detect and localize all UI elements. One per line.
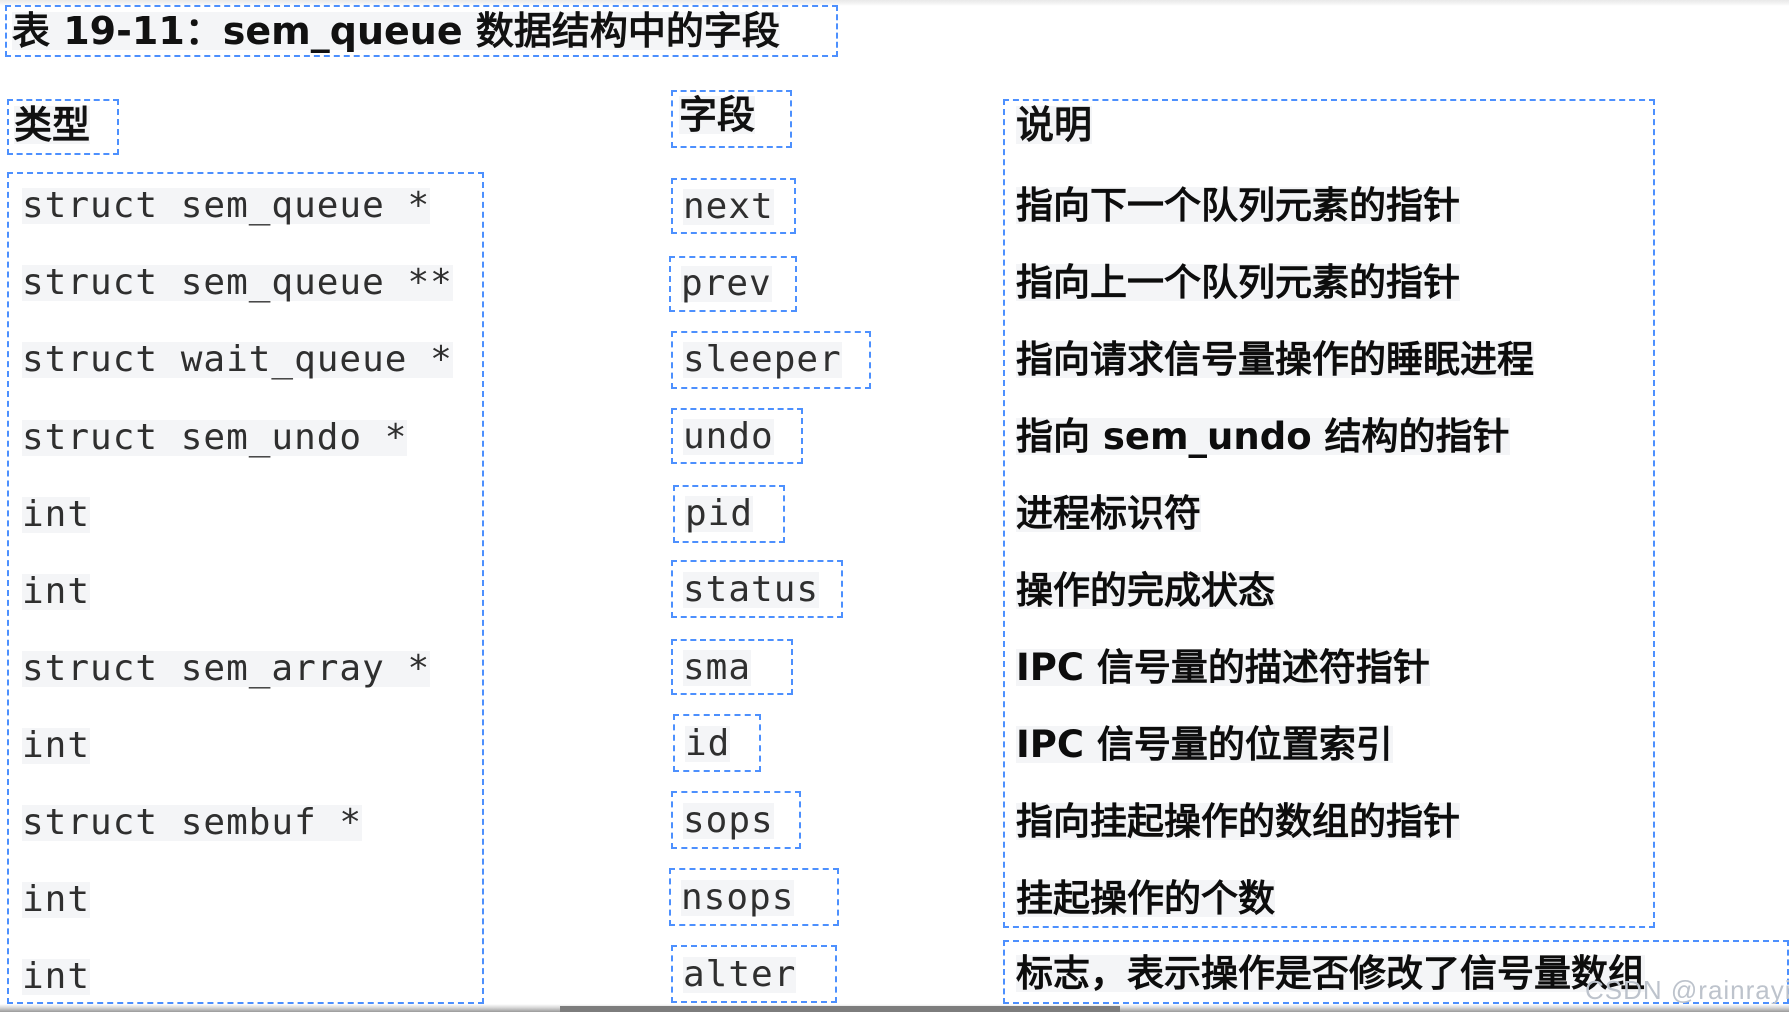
column-header-type: 类型 (14, 103, 91, 147)
description-cell: 操作的完成状态 (1016, 569, 1275, 612)
table-title: 表 19-11：sem_queue 数据结构中的字段 (12, 9, 780, 53)
description-cell: 指向挂起操作的数组的指针 (1016, 800, 1460, 843)
type-cell: struct sembuf * (22, 802, 363, 843)
description-cell: 进程标识符 (1016, 492, 1201, 535)
type-cell: int (22, 956, 91, 997)
description-cell: 标志，表示操作是否修改了信号量数组 (1016, 952, 1645, 995)
type-cell: struct sem_undo * (22, 417, 408, 458)
description-cell: 指向下一个队列元素的指针 (1016, 184, 1460, 227)
bottom-scroll-band (0, 1004, 1789, 1012)
description-cell: 指向请求信号量操作的睡眠进程 (1016, 338, 1534, 381)
field-cell: prev (681, 263, 772, 304)
field-cell: sma (683, 647, 752, 688)
csdn-watermark: CSDN @rainrayinrain (1585, 975, 1789, 1005)
field-cell: pid (685, 493, 754, 534)
type-cell: struct sem_queue * (22, 185, 431, 226)
type-cell: int (22, 494, 91, 535)
type-cell: int (22, 879, 91, 920)
column-header-field: 字段 (679, 93, 756, 137)
type-cell: struct sem_array * (22, 648, 431, 689)
description-cell: 指向上一个队列元素的指针 (1016, 261, 1460, 304)
field-cell: id (685, 723, 731, 764)
field-cell: next (683, 186, 774, 227)
column-header-description: 说明 (1016, 103, 1093, 147)
field-cell: sops (683, 800, 774, 841)
scroll-thumb[interactable] (560, 1006, 1120, 1012)
description-cell: 挂起操作的个数 (1016, 877, 1275, 920)
type-cell: int (22, 571, 91, 612)
field-cell: nsops (681, 877, 795, 918)
field-cell: alter (683, 954, 797, 995)
type-cell: struct wait_queue * (22, 339, 453, 380)
description-cell: 指向 sem_undo 结构的指针 (1016, 415, 1510, 458)
field-cell: sleeper (683, 339, 842, 380)
description-cell: IPC 信号量的位置索引 (1016, 723, 1393, 766)
type-cell: struct sem_queue ** (22, 262, 453, 303)
description-cell: IPC 信号量的描述符指针 (1016, 646, 1430, 689)
type-cell: int (22, 725, 91, 766)
field-cell: status (683, 569, 820, 610)
field-cell: undo (683, 416, 774, 457)
